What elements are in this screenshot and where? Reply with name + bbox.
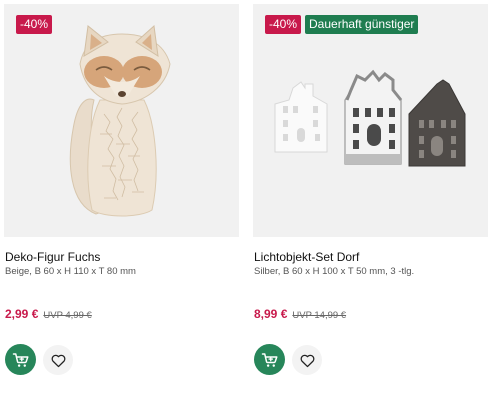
wishlist-button[interactable] — [43, 345, 73, 375]
ceramic-house-lanterns-image — [274, 69, 466, 167]
original-price: UVP 14,99 € — [292, 310, 347, 321]
price-row: 2,99 € UVP 4,99 € — [5, 307, 92, 321]
price-row: 8,99 € UVP 14,99 € — [254, 307, 346, 321]
fox-figurine-image — [69, 25, 171, 217]
heart-icon — [300, 354, 314, 367]
product-image-village-lights[interactable] — [253, 4, 488, 237]
product-title[interactable]: Lichtobjekt-Set Dorf — [254, 250, 359, 264]
sale-price: 2,99 € — [5, 307, 39, 321]
add-to-cart-icon — [261, 352, 277, 367]
product-grid: -40% Deko-Figur Fuchs Beige, B 60 x H 11… — [0, 0, 494, 400]
add-to-cart-button[interactable] — [5, 344, 36, 375]
product-title[interactable]: Deko-Figur Fuchs — [5, 250, 100, 264]
add-to-cart-button[interactable] — [254, 344, 285, 375]
product-image-fox[interactable] — [4, 4, 239, 237]
badge-group: -40% — [16, 15, 53, 34]
add-to-cart-icon — [12, 352, 28, 367]
original-price: UVP 4,99 € — [43, 310, 92, 321]
discount-badge: -40% — [265, 15, 302, 34]
product-card-village-lights[interactable]: -40% Dauerhaft günstiger Lichtobjekt-Set… — [253, 0, 491, 400]
permanent-low-price-badge: Dauerhaft günstiger — [305, 15, 419, 34]
discount-badge: -40% — [16, 15, 53, 34]
wishlist-button[interactable] — [292, 345, 322, 375]
sale-price: 8,99 € — [254, 307, 288, 321]
product-details: Silber, B 60 x H 100 x T 50 mm, 3 -tlg. — [254, 266, 415, 277]
badge-group: -40% Dauerhaft günstiger — [265, 15, 419, 34]
heart-icon — [51, 354, 65, 367]
product-details: Beige, B 60 x H 110 x T 80 mm — [5, 266, 136, 277]
product-card-fox[interactable]: -40% Deko-Figur Fuchs Beige, B 60 x H 11… — [4, 0, 242, 400]
